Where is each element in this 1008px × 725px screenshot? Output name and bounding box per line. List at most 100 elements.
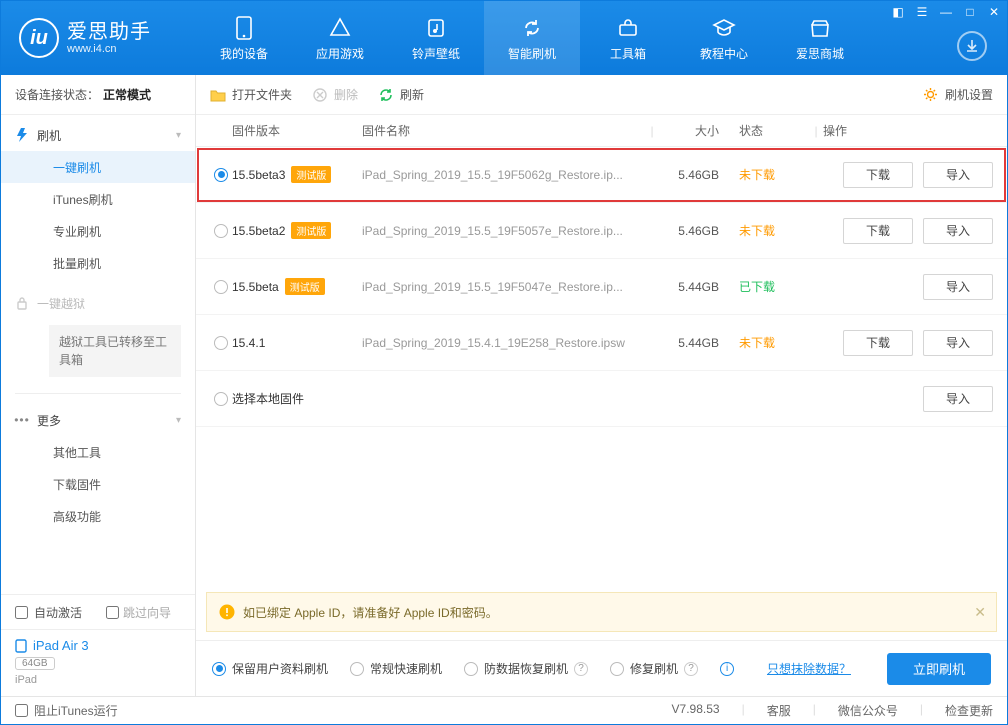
- col-version: 固件版本: [232, 122, 362, 139]
- gear-icon: [923, 87, 939, 103]
- sidebar-item-itunes-flash[interactable]: iTunes刷机: [1, 183, 195, 215]
- sidebar-item-one-key-flash[interactable]: 一键刷机: [1, 151, 195, 183]
- row-actions: 下载导入: [823, 162, 993, 188]
- opt-keep-data[interactable]: 保留用户资料刷机: [212, 660, 328, 677]
- connection-status: 设备连接状态： 正常模式: [1, 75, 195, 115]
- download-button[interactable]: 下载: [843, 330, 913, 356]
- row-radio[interactable]: [210, 168, 232, 182]
- flash-now-button[interactable]: 立即刷机: [887, 653, 991, 685]
- nav-flash[interactable]: 智能刷机: [484, 1, 580, 75]
- nav-label: 铃声壁纸: [412, 45, 460, 62]
- toolbar-label: 删除: [334, 86, 358, 103]
- firmware-row[interactable]: 15.4.1iPad_Spring_2019_15.4.1_19E258_Res…: [196, 315, 1007, 371]
- connection-status-label: 设备连接状态：: [15, 86, 99, 103]
- flash-settings-button[interactable]: 刷机设置: [923, 86, 993, 103]
- row-radio[interactable]: [210, 280, 232, 294]
- row-size: 5.46GB: [659, 224, 739, 238]
- maximize-icon[interactable]: □: [963, 5, 977, 19]
- warning-icon: [219, 604, 235, 620]
- auto-activate-checkbox[interactable]: [15, 606, 28, 619]
- info-icon[interactable]: i: [720, 662, 734, 676]
- col-action: 操作: [823, 122, 993, 139]
- sidebar-item-other-tools[interactable]: 其他工具: [1, 436, 195, 468]
- nav-toolbox[interactable]: 工具箱: [580, 1, 676, 75]
- auto-activate-label: 自动激活: [34, 604, 82, 621]
- auto-activate-row: 自动激活 跳过向导: [1, 595, 195, 629]
- beta-tag: 测试版: [291, 222, 331, 239]
- skip-guide-checkbox[interactable]: [106, 606, 119, 619]
- device-type: iPad: [15, 674, 181, 686]
- logo-icon: iu: [19, 18, 59, 58]
- status-bar: 阻止iTunes运行 V7.98.53 | 客服 | 微信公众号 | 检查更新: [1, 696, 1007, 724]
- row-status: 未下载: [739, 166, 823, 183]
- menu-icon[interactable]: ☰: [915, 5, 929, 19]
- flash-icon: [15, 128, 29, 142]
- wechat-link[interactable]: 微信公众号: [838, 702, 898, 719]
- sidebar-section-jailbreak: 一键越狱: [1, 287, 195, 319]
- close-notice-button[interactable]: ✕: [974, 604, 986, 621]
- row-status: 未下载: [739, 222, 823, 239]
- row-size: 5.44GB: [659, 280, 739, 294]
- table-header: 固件版本 固件名称 | 大小 状态 | 操作: [196, 115, 1007, 147]
- sidebar-item-batch-flash[interactable]: 批量刷机: [1, 247, 195, 279]
- device-info[interactable]: iPad Air 3 64GB iPad: [1, 629, 195, 696]
- opt-anti-recovery[interactable]: 防数据恢复刷机?: [464, 660, 588, 677]
- nav-tutorials[interactable]: 教程中心: [676, 1, 772, 75]
- sidebar-section-label: 一键越狱: [37, 295, 85, 312]
- refresh-button[interactable]: 刷新: [378, 86, 424, 103]
- firmware-row[interactable]: 15.5beta3测试版iPad_Spring_2019_15.5_19F506…: [196, 147, 1007, 203]
- skin-icon[interactable]: ◧: [891, 5, 905, 19]
- row-radio[interactable]: [210, 392, 232, 406]
- beta-tag: 测试版: [285, 278, 325, 295]
- download-manager-button[interactable]: [957, 31, 987, 61]
- lock-icon: [15, 296, 29, 310]
- sidebar-item-advanced[interactable]: 高级功能: [1, 500, 195, 532]
- sidebar-section-more[interactable]: ••• 更多 ▾: [1, 404, 195, 436]
- import-button[interactable]: 导入: [923, 386, 993, 412]
- local-firmware-row[interactable]: 选择本地固件导入: [196, 371, 1007, 427]
- block-itunes-label: 阻止iTunes运行: [34, 702, 118, 719]
- close-icon[interactable]: ✕: [987, 5, 1001, 19]
- erase-data-link[interactable]: 只想抹除数据？: [767, 660, 851, 677]
- delete-button: 删除: [312, 86, 358, 103]
- row-radio[interactable]: [210, 336, 232, 350]
- nav-apps[interactable]: 应用游戏: [292, 1, 388, 75]
- row-actions: 下载导入: [823, 218, 993, 244]
- device-name: iPad Air 3: [33, 638, 89, 653]
- sidebar-item-download-firmware[interactable]: 下载固件: [1, 468, 195, 500]
- firmware-row[interactable]: 15.5beta2测试版iPad_Spring_2019_15.5_19F505…: [196, 203, 1007, 259]
- block-itunes-checkbox[interactable]: [15, 704, 28, 717]
- sidebar-section-flash[interactable]: 刷机 ▾: [1, 119, 195, 151]
- help-icon[interactable]: ?: [574, 662, 588, 676]
- row-version: 15.5beta3测试版: [232, 166, 362, 183]
- check-update-link[interactable]: 检查更新: [945, 702, 993, 719]
- toolbox-icon: [615, 15, 641, 41]
- minimize-icon[interactable]: —: [939, 5, 953, 19]
- col-size: 大小: [659, 122, 739, 139]
- opt-label: 修复刷机: [630, 660, 678, 677]
- nav-ringtones[interactable]: 铃声壁纸: [388, 1, 484, 75]
- row-radio[interactable]: [210, 224, 232, 238]
- download-button[interactable]: 下载: [843, 162, 913, 188]
- customer-service-link[interactable]: 客服: [767, 702, 791, 719]
- top-nav: 我的设备 应用游戏 铃声壁纸 智能刷机 工具箱 教程中心 爱思商城: [196, 1, 868, 75]
- import-button[interactable]: 导入: [923, 330, 993, 356]
- brand-url: www.i4.cn: [67, 43, 151, 55]
- logo-area: iu 爱思助手 www.i4.cn: [1, 18, 196, 58]
- open-folder-button[interactable]: 打开文件夹: [210, 86, 292, 103]
- folder-icon: [210, 87, 226, 103]
- opt-normal[interactable]: 常规快速刷机: [350, 660, 442, 677]
- sidebar: 设备连接状态： 正常模式 刷机 ▾ 一键刷机 iTunes刷机 专业刷机 批量刷…: [1, 75, 196, 696]
- nav-my-device[interactable]: 我的设备: [196, 1, 292, 75]
- download-button[interactable]: 下载: [843, 218, 913, 244]
- firmware-row[interactable]: 15.5beta测试版iPad_Spring_2019_15.5_19F5047…: [196, 259, 1007, 315]
- sidebar-item-pro-flash[interactable]: 专业刷机: [1, 215, 195, 247]
- help-icon[interactable]: ?: [684, 662, 698, 676]
- nav-store[interactable]: 爱思商城: [772, 1, 868, 75]
- row-firmware-name: iPad_Spring_2019_15.4.1_19E258_Restore.i…: [362, 336, 659, 350]
- opt-repair[interactable]: 修复刷机?: [610, 660, 698, 677]
- import-button[interactable]: 导入: [923, 162, 993, 188]
- import-button[interactable]: 导入: [923, 218, 993, 244]
- brand-name: 爱思助手: [67, 21, 151, 43]
- import-button[interactable]: 导入: [923, 274, 993, 300]
